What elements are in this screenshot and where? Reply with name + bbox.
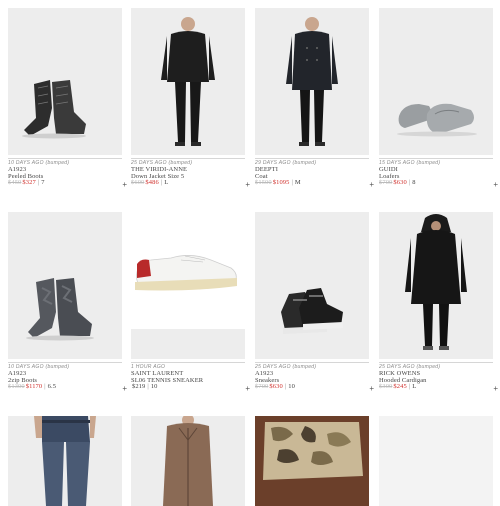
listing-photo-jacket[interactable] <box>131 8 245 155</box>
add-listing-button[interactable]: + <box>369 181 374 189</box>
listing-photo-loafers[interactable] <box>379 8 493 155</box>
listing-photo-sneaker[interactable] <box>131 212 245 359</box>
add-listing-button[interactable]: + <box>122 181 127 189</box>
listing-price: $600$486 | L <box>131 179 169 186</box>
listing-meta: 10 DAYS AGO (bumped) A1923 Peeled Boots … <box>8 158 127 196</box>
add-listing-button[interactable]: + <box>493 181 498 189</box>
listing-photo-jeans[interactable] <box>8 416 122 506</box>
add-listing-button[interactable]: + <box>245 385 250 393</box>
listing-price: $1500$1095 | M <box>255 179 301 186</box>
listing-photo-blank[interactable] <box>379 416 493 506</box>
listing-photo-boots[interactable] <box>8 8 122 155</box>
listing-photo-leather-jacket[interactable] <box>131 416 245 506</box>
listing-meta: 29 DAYS AGO (bumped) DEEPTI Coat $1500$1… <box>255 158 374 196</box>
listing-meta: 25 DAYS AGO (bumped) A1923 Sneakers $700… <box>255 362 374 400</box>
listing-grid: 10 DAYS AGO (bumped) A1923 Peeled Boots … <box>0 0 500 506</box>
listing-price: $1300$1170 | 6.5 <box>8 383 57 390</box>
listing-photo-sneakers[interactable] <box>255 212 369 359</box>
listing-price: $450$327 | 7 <box>8 179 45 186</box>
listing-price: $219 | 10 <box>132 383 158 390</box>
listing-price: $300$245 | L <box>379 383 417 390</box>
listing-photo-coat[interactable] <box>255 8 369 155</box>
listing-photo-cardigan[interactable] <box>379 212 493 359</box>
listing-meta: 15 DAYS AGO (bumped) GUIDI Loafers $700$… <box>379 158 498 196</box>
add-listing-button[interactable]: + <box>369 385 374 393</box>
listing-photo-boots[interactable] <box>8 212 122 359</box>
add-listing-button[interactable]: + <box>245 181 250 189</box>
listing-meta: 1 HOUR AGO SAINT LAURENT Sl06 Tennis Sne… <box>131 362 250 400</box>
listing-price: $700$630 | 8 <box>379 179 416 186</box>
add-listing-button[interactable]: + <box>122 385 127 393</box>
listing-meta: 25 DAYS AGO (bumped) RICK OWENS Hooded C… <box>379 362 498 400</box>
listing-meta: 25 DAYS AGO (bumped) THE VIRIDI-ANNE Dow… <box>131 158 250 196</box>
listing-price: $700$630 | 10 <box>255 383 295 390</box>
add-listing-button[interactable]: + <box>493 385 498 393</box>
listing-meta: 10 DAYS AGO (bumped) A1923 2zip Boots $1… <box>8 362 127 400</box>
listing-photo-camo[interactable] <box>255 416 369 506</box>
